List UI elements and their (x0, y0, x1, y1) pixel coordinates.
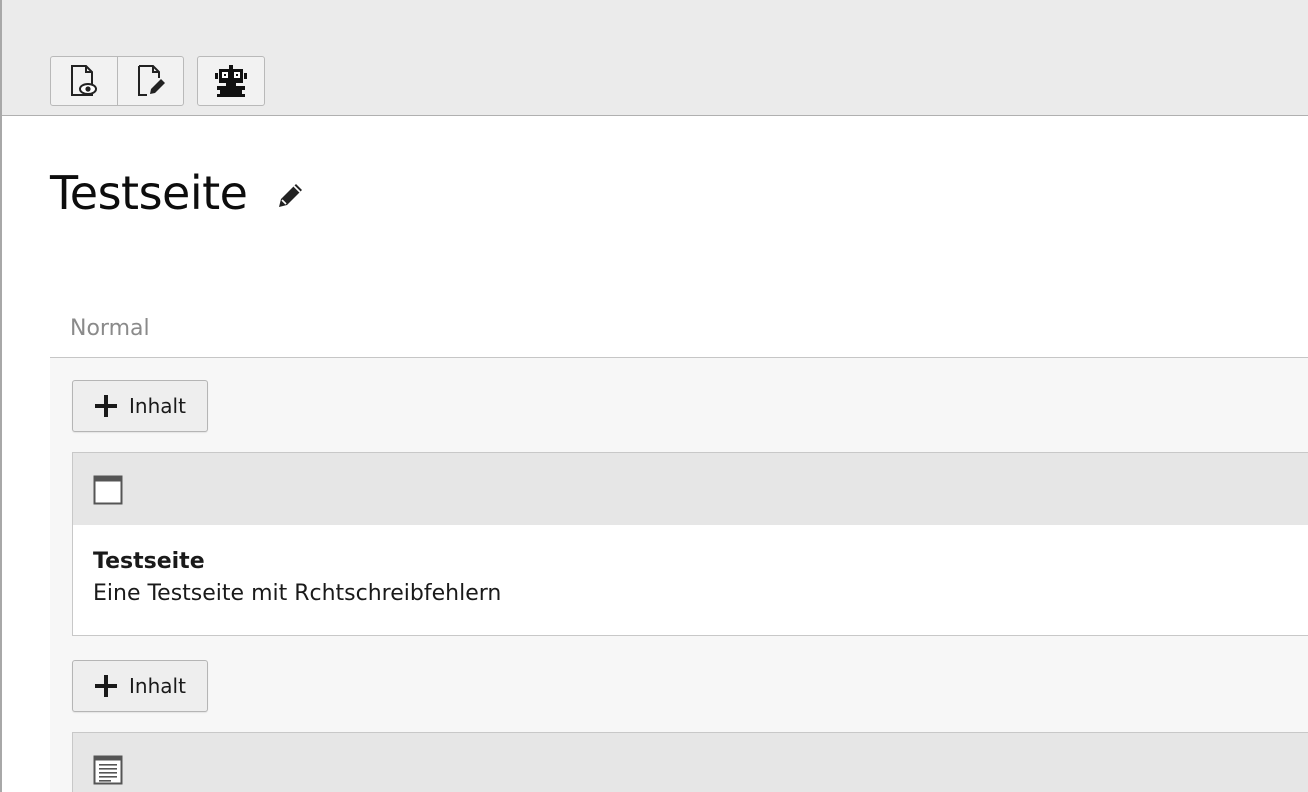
document-view-icon (68, 64, 100, 98)
robot-button[interactable] (198, 57, 264, 105)
add-content-label: Inhalt (129, 674, 186, 698)
column-content: Inhalt Testseite Eine Testseite mit Rcht… (50, 358, 1308, 792)
edit-page-title-button[interactable] (274, 180, 308, 214)
header-element-icon (93, 475, 123, 509)
content-element[interactable] (72, 732, 1308, 792)
pencil-icon (276, 180, 306, 214)
view-page-button[interactable] (51, 57, 117, 105)
robot-icon (214, 64, 248, 98)
docheader-toolbar (2, 0, 1308, 116)
content-element-header (73, 453, 1308, 525)
content-element-text: Eine Testseite mit Rchtschreibfehlern (93, 581, 502, 606)
add-content-button[interactable]: Inhalt (72, 380, 208, 432)
page-title: Testseite (50, 166, 248, 220)
plus-icon (95, 395, 117, 417)
edit-page-properties-button[interactable] (117, 57, 183, 105)
robot-button-group (197, 56, 265, 106)
document-edit-icon (135, 64, 167, 98)
content-element[interactable]: Testseite Eine Testseite mit Rchtschreib… (72, 452, 1308, 636)
view-edit-button-group (50, 56, 184, 106)
content-element-header (73, 733, 1308, 792)
column-name: Normal (70, 316, 150, 341)
add-content-button[interactable]: Inhalt (72, 660, 208, 712)
column-header: Normal (50, 306, 1308, 358)
plus-icon (95, 675, 117, 697)
page-frame: Testseite Normal Inhalt Testseite Eine T… (0, 0, 1308, 792)
text-element-icon (93, 755, 123, 789)
content-element-title: Testseite (93, 549, 205, 574)
add-content-label: Inhalt (129, 394, 186, 418)
content-element-body: Testseite Eine Testseite mit Rchtschreib… (73, 525, 1308, 635)
